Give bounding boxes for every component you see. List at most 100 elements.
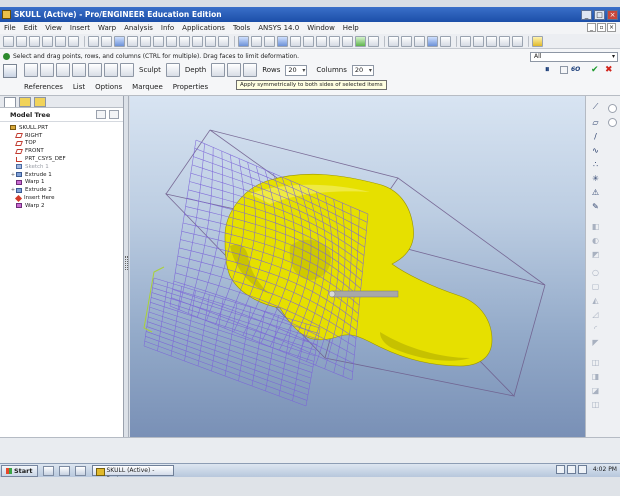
menu-info[interactable]: Info: [161, 24, 174, 32]
tray-volume-icon[interactable]: [577, 465, 587, 474]
paste-special-icon[interactable]: [166, 35, 177, 47]
sketch-tool-icon[interactable]: ⟋: [590, 102, 601, 112]
email-icon[interactable]: [55, 35, 66, 47]
regenerate-icon[interactable]: [114, 35, 125, 47]
enhanced-realism-icon[interactable]: [440, 35, 451, 47]
twist-icon[interactable]: [104, 63, 118, 77]
direction-icon[interactable]: [165, 63, 180, 77]
pattern-icon[interactable]: [192, 35, 203, 47]
favorites-tab[interactable]: [34, 96, 46, 107]
graphics-viewport[interactable]: [130, 96, 585, 437]
display-style-icon[interactable]: [277, 35, 288, 47]
ok-checkmark-icon[interactable]: ✔: [591, 65, 599, 75]
mirror-icon[interactable]: [179, 35, 190, 47]
cancel-x-icon[interactable]: ✖: [605, 65, 613, 75]
undo-icon[interactable]: [88, 35, 99, 47]
axis-tool-icon[interactable]: /: [590, 132, 601, 142]
tree-item[interactable]: + Extrude 1: [0, 171, 123, 179]
tree-item[interactable]: Warp 1: [0, 179, 123, 187]
copy-icon[interactable]: [140, 35, 151, 47]
start-button[interactable]: Start: [1, 464, 38, 477]
folder-browser-tab[interactable]: [19, 96, 31, 107]
depth-drag-handle[interactable]: [331, 290, 399, 298]
shading-icon[interactable]: [427, 35, 438, 47]
find-icon[interactable]: [205, 35, 216, 47]
view-manager-icon[interactable]: [368, 35, 379, 47]
saved-views-icon[interactable]: [329, 35, 340, 47]
tab-marquee[interactable]: Marquee: [132, 83, 163, 91]
curve-tool-icon[interactable]: ∿: [590, 146, 601, 156]
open-file-icon[interactable]: [16, 35, 27, 47]
tray-security-icon[interactable]: [566, 465, 576, 474]
zoom-out-icon[interactable]: [303, 35, 314, 47]
context-help-icon[interactable]: [532, 35, 543, 47]
wireframe-icon[interactable]: [388, 35, 399, 47]
csys-display-icon[interactable]: [499, 35, 510, 47]
no-hidden-icon[interactable]: [414, 35, 425, 47]
menu-insert[interactable]: Insert: [70, 24, 90, 32]
tray-clock[interactable]: 4:02 PM: [593, 466, 617, 473]
tree-item[interactable]: RIGHT: [0, 132, 123, 140]
annotation-display-icon[interactable]: [512, 35, 523, 47]
model-view-canvas[interactable]: [130, 96, 585, 437]
appearance-icon[interactable]: [355, 35, 366, 47]
datum-points-icon[interactable]: [486, 35, 497, 47]
quicklaunch-browser-icon[interactable]: [58, 465, 70, 476]
menu-help[interactable]: Help: [343, 24, 359, 32]
menu-file[interactable]: File: [4, 24, 16, 32]
selection-icon[interactable]: [218, 35, 229, 47]
pause-icon[interactable]: ⏸: [545, 65, 550, 75]
bend-icon[interactable]: [88, 63, 102, 77]
both-sides-icon[interactable]: [243, 63, 258, 77]
tab-references[interactable]: References: [24, 83, 63, 91]
hidden-line-icon[interactable]: [401, 35, 412, 47]
menu-edit[interactable]: Edit: [24, 24, 38, 32]
stretch-icon[interactable]: [72, 63, 86, 77]
quicklaunch-desktop-icon[interactable]: [42, 465, 54, 476]
filter-dropdown[interactable]: All: [530, 52, 618, 62]
menu-warp[interactable]: Warp: [98, 24, 116, 32]
quicklaunch-explorer-icon[interactable]: [74, 465, 86, 476]
tree-settings-icon[interactable]: [96, 110, 106, 119]
splitter-handle[interactable]: [125, 256, 128, 270]
tree-item[interactable]: FRONT: [0, 147, 123, 155]
columns-input[interactable]: 20: [351, 64, 374, 76]
print-icon[interactable]: [42, 35, 53, 47]
tray-network-icon[interactable]: [555, 465, 565, 474]
tree-item[interactable]: + Extrude 2: [0, 186, 123, 194]
layers-icon[interactable]: [342, 35, 353, 47]
lattice-line[interactable]: [144, 340, 308, 401]
tree-item[interactable]: Insert Here: [0, 194, 123, 202]
cut-icon[interactable]: [127, 35, 138, 47]
sculpt-icon[interactable]: [120, 63, 134, 77]
tree-item[interactable]: Sketch 1: [0, 163, 123, 171]
title-bar[interactable]: SKULL (Active) - Pro/ENGINEER Education …: [0, 7, 620, 22]
tree-show-icon[interactable]: [109, 110, 119, 119]
smart-filter-icon[interactable]: [608, 118, 617, 127]
one-side-icon[interactable]: [211, 63, 226, 77]
style-tool-icon[interactable]: ✎: [590, 202, 601, 212]
csys-tool-icon[interactable]: ✳: [590, 174, 601, 184]
lattice-line[interactable]: [187, 147, 214, 314]
redo-icon[interactable]: [101, 35, 112, 47]
menu-ansys[interactable]: ANSYS 14.0: [258, 24, 299, 32]
menu-window[interactable]: Window: [307, 24, 335, 32]
print-preview-icon[interactable]: [68, 35, 79, 47]
zoom-in-icon[interactable]: [290, 35, 301, 47]
tab-options[interactable]: Options: [95, 83, 122, 91]
doc-restore-button[interactable]: ▫: [597, 23, 606, 32]
repaint-icon[interactable]: [238, 35, 249, 47]
menu-tools[interactable]: Tools: [233, 24, 250, 32]
lattice-line[interactable]: [145, 336, 309, 396]
orient-mode-icon[interactable]: [264, 35, 275, 47]
preview-glasses-icon[interactable]: 6O: [571, 65, 580, 75]
menu-applications[interactable]: Applications: [182, 24, 225, 32]
point-tool-icon[interactable]: ∴: [590, 160, 601, 170]
skull-model[interactable]: [224, 173, 493, 367]
symmetric-icon[interactable]: [227, 63, 242, 77]
doc-minimize-button[interactable]: _: [587, 23, 596, 32]
tree-item[interactable]: PRT_CSYS_DEF: [0, 155, 123, 163]
datum-planes-icon[interactable]: [460, 35, 471, 47]
spin-center-icon[interactable]: [251, 35, 262, 47]
panel-splitter[interactable]: [124, 96, 129, 437]
